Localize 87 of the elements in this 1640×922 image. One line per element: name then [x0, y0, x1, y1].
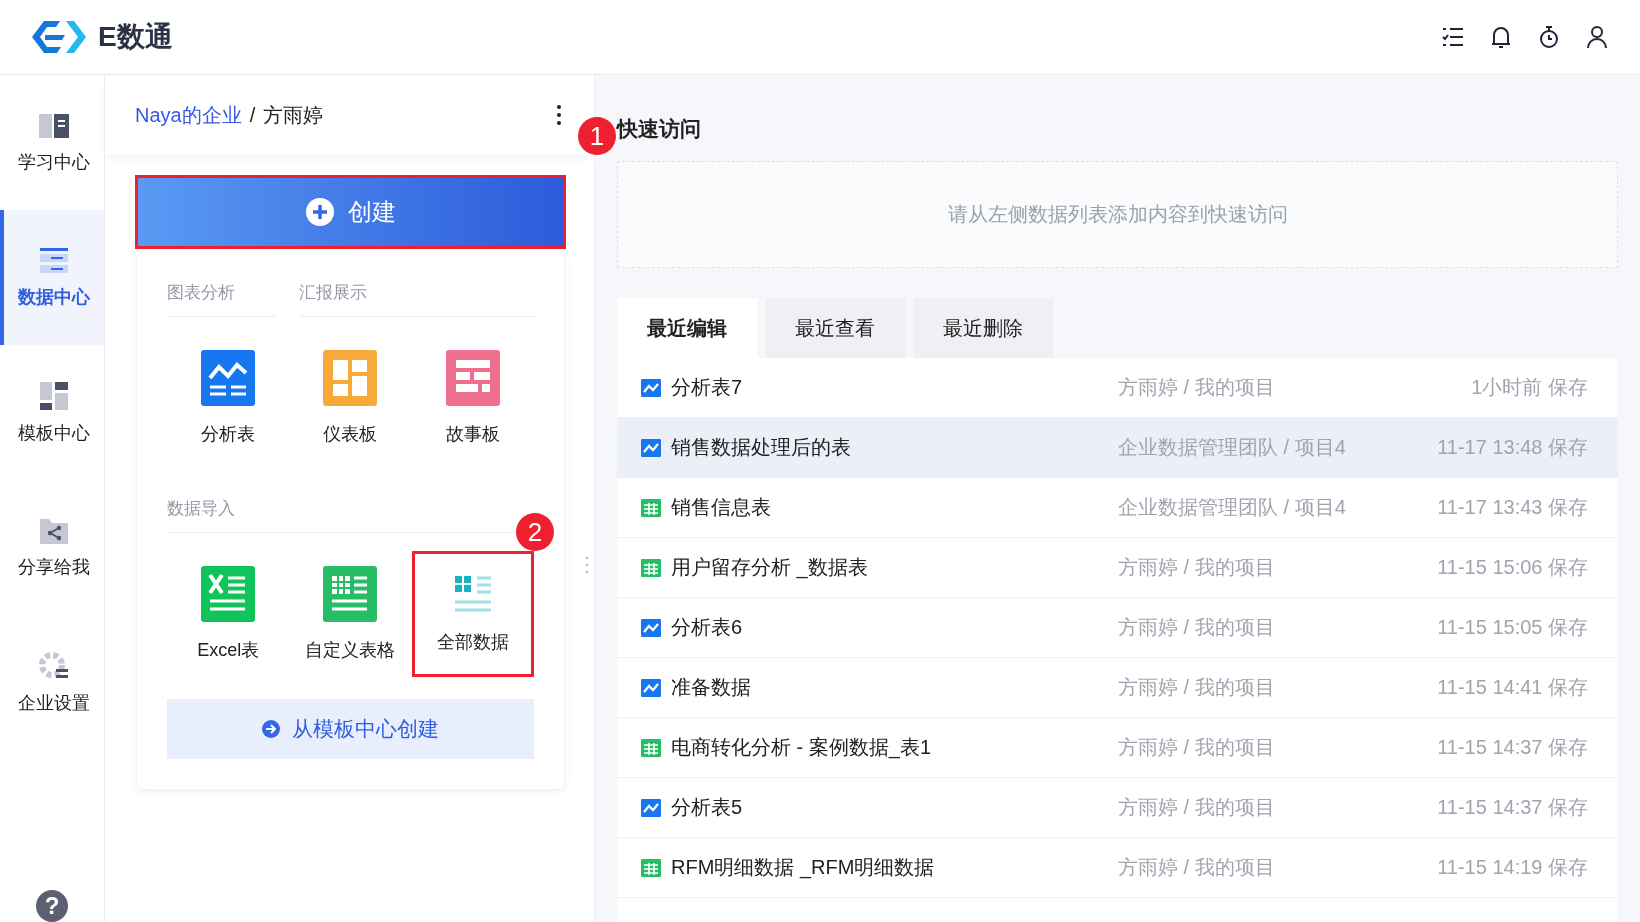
option-label: 仪表板 [323, 423, 378, 446]
file-location: 方雨婷 / 我的项目 [1118, 735, 1276, 760]
plus-icon [305, 198, 334, 226]
table-icon [641, 858, 661, 877]
saved-time: 11-17 13:43 保存 [1436, 495, 1588, 520]
logo-icon [30, 19, 88, 55]
saved-time: 11-15 15:05 保存 [1436, 615, 1588, 640]
file-location: 方雨婷 / 我的项目 [1118, 375, 1276, 400]
nav-item[interactable]: 企业设置 [0, 615, 104, 750]
saved-time: 11-15 14:37 保存 [1436, 795, 1588, 820]
empty-hint: 请从左侧数据列表添加内容到快速访问 [947, 202, 1288, 227]
file-name: 电商转化分析 - 案例数据_表1 [671, 735, 933, 761]
file-row[interactable]: 销售数据处理后的表 企业数据管理团队 / 项目4 11-17 13:48 保存 [617, 418, 1618, 478]
file-location: 方雨婷 / 我的项目 [1118, 795, 1276, 820]
create-button[interactable]: 创建 [135, 175, 566, 249]
breadcrumb-current: 方雨婷 [263, 102, 324, 128]
table-icon [641, 498, 661, 517]
create-option[interactable]: 分析表 [167, 335, 290, 461]
nav-item[interactable]: 模板中心 [0, 345, 104, 480]
saved-time: 11-15 15:06 保存 [1436, 555, 1588, 580]
tab[interactable]: 最近删除 [913, 298, 1053, 358]
spreadsheet-icon [201, 566, 256, 622]
create-option[interactable]: Excel表 [167, 551, 290, 677]
nav-item[interactable]: 分享给我 [0, 480, 104, 615]
file-name: 销售信息表 [671, 495, 772, 520]
breadcrumb-separator: / [249, 103, 256, 127]
create-option[interactable]: 全部数据 [411, 551, 534, 677]
more-button[interactable] [554, 104, 564, 126]
saved-time: 11-17 13:48 保存 [1436, 435, 1588, 460]
saved-time: 11-15 14:41 保存 [1436, 675, 1588, 700]
option-label: 全部数据 [436, 631, 509, 654]
file-name: 用户留存分析 _数据表 [671, 555, 869, 581]
line-chart-icon [641, 438, 661, 457]
table-icon [323, 566, 378, 622]
tab[interactable]: 最近编辑 [617, 298, 757, 358]
option-label: Excel表 [197, 639, 260, 662]
saved-time: 1小时前 保存 [1470, 375, 1588, 400]
line-chart-icon [641, 798, 661, 817]
line-chart-icon [641, 618, 661, 637]
more-icon [556, 104, 562, 126]
file-name: 分析表5 [671, 795, 744, 820]
logo-text: E数通 [98, 20, 173, 54]
create-option[interactable]: 故事板 [411, 335, 534, 461]
file-location: 企业数据管理团队 / 项目4 [1118, 495, 1347, 520]
resize-handle-icon[interactable] [585, 555, 589, 575]
file-location: 企业数据管理团队 / 项目4 [1118, 435, 1347, 460]
option-label: 故事板 [445, 423, 500, 446]
table-icon [641, 738, 661, 757]
option-label: 自定义表格 [305, 639, 396, 662]
dashboard-icon [323, 350, 378, 406]
section-label: 图表分析 [167, 269, 277, 317]
shared-folder-icon [39, 516, 69, 545]
create-option[interactable]: 仪表板 [289, 335, 412, 461]
file-location: 方雨婷 / 我的项目 [1118, 555, 1276, 580]
data-list-icon [452, 574, 493, 614]
option-label: 分析表 [201, 423, 256, 446]
nav-item[interactable]: 学习中心 [0, 75, 104, 210]
layout-icon [39, 380, 69, 411]
file-location: 方雨婷 / 我的项目 [1118, 675, 1276, 700]
file-name: 分析表6 [671, 615, 744, 640]
section-title: 快速访问 [617, 116, 702, 142]
user-button[interactable] [1584, 24, 1610, 50]
file-name: RFM明细数据 _RFM明细数据 [671, 855, 936, 881]
file-location: 方雨婷 / 我的项目 [1118, 855, 1276, 880]
saved-time: 11-15 14:19 保存 [1436, 855, 1588, 880]
template-create-button[interactable]: 从模板中心创建 [167, 699, 534, 759]
help-button[interactable]: ? [36, 890, 68, 922]
table-icon [641, 558, 661, 577]
line-chart-icon [641, 378, 661, 397]
tab[interactable]: 最近查看 [765, 298, 905, 358]
book-icon [38, 111, 70, 140]
create-option[interactable]: 自定义表格 [289, 551, 412, 677]
line-chart-icon [641, 678, 661, 697]
board-icon [445, 350, 500, 406]
saved-time: 11-15 14:37 保存 [1436, 735, 1588, 760]
file-name: 销售数据处理后的表 [671, 435, 852, 460]
nav-item[interactable]: 数据中心 [0, 210, 104, 345]
section-label: 汇报展示 [299, 269, 534, 317]
breadcrumb-link[interactable]: Naya的企业 [135, 101, 242, 129]
line-chart-icon [201, 350, 256, 406]
arrow-right-icon [262, 720, 280, 738]
file-location: 方雨婷 / 我的项目 [1118, 615, 1276, 640]
file-name: 分析表7 [671, 375, 744, 400]
user-icon [1584, 24, 1610, 50]
list-icon [39, 246, 69, 275]
step-badge: 1 [578, 117, 616, 155]
file-name: 准备数据 [671, 675, 752, 700]
